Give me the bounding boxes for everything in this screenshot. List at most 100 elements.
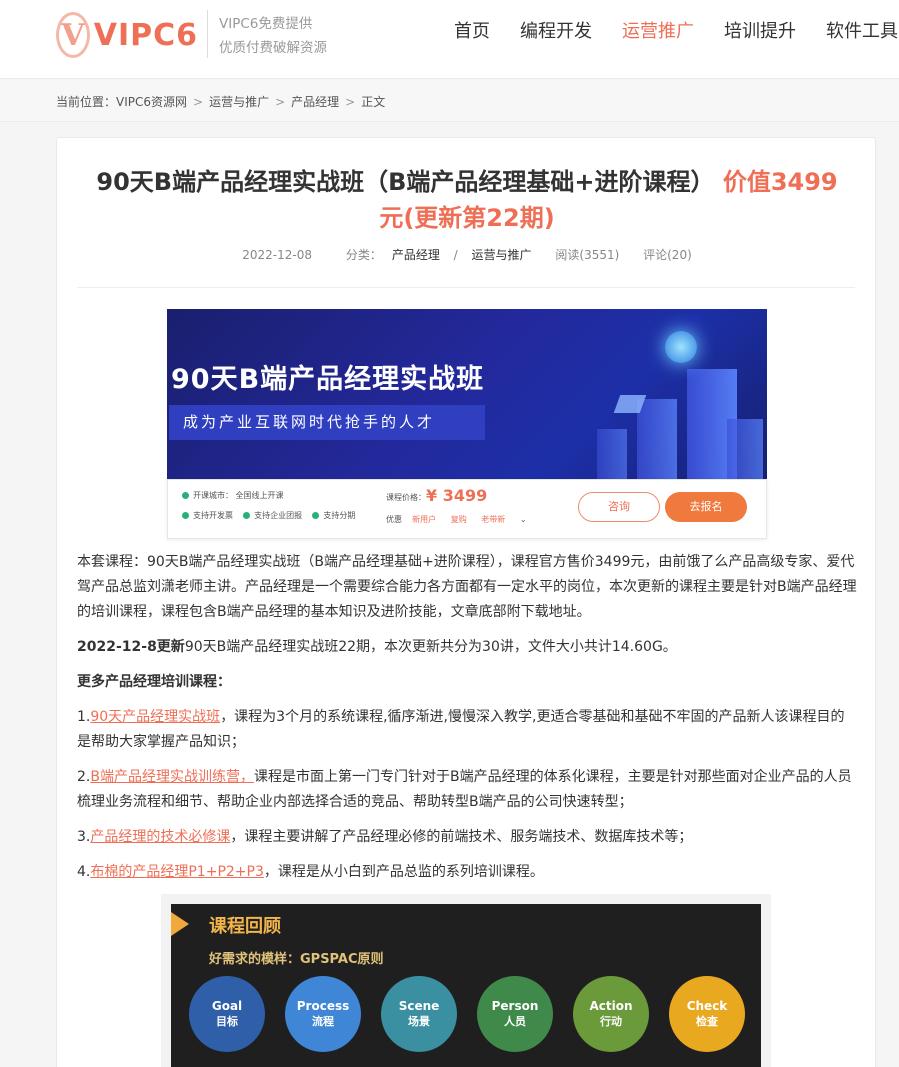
banner-building [727, 419, 763, 479]
banner-hero: 90天B端产品经理实战班 成为产业互联网时代抢手的人才 [167, 309, 767, 479]
category-link-marketing[interactable]: 运营与推广 [472, 248, 532, 262]
gpspac-circle-goal: Goal 目标 [189, 976, 265, 1052]
update-date: 2022-12-8更新 [77, 639, 185, 655]
breadcrumb: 当前位置：VIPC6资源网 > 运营与推广 > 产品经理 > 正文 [56, 93, 385, 110]
banner-price: ¥ 3499 [426, 486, 488, 505]
breadcrumb-separator: > [193, 95, 204, 109]
nav-marketing[interactable]: 运营推广 [622, 19, 694, 45]
course-list-item: 1.90天产品经理实战班，课程为3个月的系统课程,循序渐进,慢慢深入教学,更适合… [77, 705, 857, 755]
city-value: 全国线上开课 [235, 491, 284, 500]
nav-programming[interactable]: 编程开发 [520, 19, 592, 45]
course-link-b-end-camp[interactable]: B端产品经理实战训练营， [90, 769, 254, 785]
circle-label-en: Check [686, 999, 728, 1013]
circle-label-en: Scene [398, 999, 440, 1013]
category-separator: / [453, 248, 458, 262]
check-icon [243, 512, 251, 519]
discount-label: 优惠 [386, 515, 402, 524]
course-link-tech-course[interactable]: 产品经理的技术必修课 [90, 829, 230, 845]
banner-building [637, 399, 677, 479]
item-number: 2. [77, 769, 91, 785]
nav-software-tools[interactable]: 软件工具 [826, 19, 898, 45]
course-link-90day[interactable]: 90天产品经理实战班 [90, 709, 220, 725]
circle-label-en: Action [589, 999, 633, 1013]
update-paragraph: 2022-12-8更新90天B端产品经理实战班22期，本次更新共分为30讲，文件… [77, 635, 857, 660]
nav-home[interactable]: 首页 [454, 19, 490, 45]
nav-training[interactable]: 培训提升 [724, 19, 796, 45]
city-label: 开课城市： [193, 491, 233, 500]
item-description: ，课程是从小白到产品总监的系列培训课程。 [263, 864, 544, 880]
banner-subtitle: 成为产业互联网时代抢手的人才 [169, 405, 485, 440]
circle-label-zh: 目标 [216, 1015, 238, 1028]
course-review-image: 课程回顾 好需求的模样：GPSPAC原则 Goal 目标 Process 流程 Scen… [161, 894, 771, 1067]
breadcrumb-separator: > [345, 95, 356, 109]
article-comments[interactable]: 评论(20) [643, 248, 692, 262]
banner-features: 支持开发票 支持企业团报 支持分期 [182, 510, 355, 521]
slogan-line-1: VIPC6免费提供 [219, 16, 313, 32]
course-banner-image: 90天B端产品经理实战班 成为产业互联网时代抢手的人才 开课城市： 全国线上开课… [167, 309, 767, 539]
feature-invoice: 支持开发票 [193, 511, 233, 520]
category-label: 分类： [345, 248, 382, 262]
check-icon [312, 512, 320, 519]
banner-city: 开课城市： 全国线上开课 [182, 490, 284, 501]
location-icon [182, 492, 189, 499]
circle-label-zh: 流程 [312, 1015, 334, 1028]
article-title: 90天B端产品经理实战班（B端产品经理基础+进阶课程） 价值3499 元(更新第2… [77, 164, 857, 236]
logo-mark: V [56, 12, 90, 58]
update-text: 90天B端产品经理实战班22期，本次更新共分为30讲，文件大小共计14.60G。 [184, 639, 677, 655]
breadcrumb-bar: 当前位置：VIPC6资源网 > 运营与推广 > 产品经理 > 正文 [0, 80, 899, 122]
category-link-product-manager[interactable]: 产品经理 [392, 248, 440, 262]
banner-price-label: 课程价格： [386, 493, 426, 502]
circle-label-en: Process [296, 999, 350, 1013]
article-category: 分类： 产品经理 / 运营与推广 [336, 248, 532, 262]
item-number: 1. [77, 709, 91, 725]
circle-label-en: Goal [211, 999, 243, 1013]
gpspac-circle-check: Check 检查 [669, 976, 745, 1052]
breadcrumb-current: 正文 [361, 95, 386, 109]
circle-label-zh: 人员 [504, 1015, 526, 1028]
item-number: 4. [77, 864, 91, 880]
article-date: 2022-12-08 [242, 248, 312, 262]
site-logo[interactable]: V VIPC6 [56, 11, 198, 59]
triangle-marker-icon [171, 912, 189, 936]
discount-repurchase: 复购 [450, 515, 467, 524]
article-title-main: 90天B端产品经理实战班（B端产品经理基础+进阶课程） [96, 168, 715, 196]
discount-referral: 老带新 [481, 515, 506, 524]
course-list-item: 3.产品经理的技术必修课，课程主要讲解了产品经理必修的前端技术、服务端技术、数据… [77, 825, 857, 850]
gpspac-circle-person: Person 人员 [477, 976, 553, 1052]
item-number: 3. [77, 829, 91, 845]
circle-label-zh: 检查 [696, 1015, 718, 1028]
banner-discounts: 优惠 新用户 复购 老带新 ⌄ [386, 514, 527, 525]
chevron-down-icon: ⌄ [519, 515, 527, 524]
banner-title: 90天B端产品经理实战班 [171, 364, 485, 395]
logo-text: VIPC6 [93, 17, 198, 53]
article-card: 90天B端产品经理实战班（B端产品经理基础+进阶课程） 价值3499 元(更新第2… [56, 137, 876, 1067]
consult-button[interactable]: 咨询 [578, 492, 660, 522]
signup-button[interactable]: 去报名 [665, 492, 747, 522]
gpspac-circle-process: Process 流程 [285, 976, 361, 1052]
intro-paragraph: 本套课程：90天B端产品经理实战班（B端产品经理基础+进阶课程），课程官方售价3… [77, 554, 857, 620]
more-heading-text: 更多产品经理培训课程： [77, 674, 231, 690]
breadcrumb-product-manager[interactable]: 产品经理 [291, 95, 339, 109]
circle-label-en: Person [491, 999, 539, 1013]
item-description: ，课程主要讲解了产品经理必修的前端技术、服务端技术、数据库技术等； [230, 829, 693, 845]
discount-new-user: 新用户 [412, 515, 437, 524]
title-price-part-2: 元(更新第22期) [379, 204, 555, 232]
site-slogan: VIPC6免费提供 优质付费破解资源 [219, 12, 327, 60]
breadcrumb-separator: > [275, 95, 286, 109]
review-title: 课程回顾 [209, 916, 281, 937]
course-link-p1-p3[interactable]: 布棉的产品经理P1+P2+P3 [90, 864, 264, 880]
title-divider [77, 287, 855, 288]
course-list-item: 4.布棉的产品经理P1+P2+P3，课程是从小白到产品总监的系列培训课程。 [77, 860, 857, 885]
banner-purchase-bar: 开课城市： 全国线上开课 支持开发票 支持企业团报 支持分期 课程价格： ¥ 3… [167, 479, 767, 539]
site-header: V VIPC6 VIPC6免费提供 优质付费破解资源 首页 编程开发 运营推广 … [0, 0, 899, 79]
circle-label-zh: 场景 [408, 1015, 430, 1028]
breadcrumb-home[interactable]: VIPC6资源网 [116, 95, 187, 109]
check-icon [182, 512, 189, 519]
breadcrumb-prefix: 当前位置： [56, 95, 117, 109]
article-views: 阅读(3551) [555, 248, 620, 262]
breadcrumb-marketing[interactable]: 运营与推广 [209, 95, 269, 109]
globe-icon [665, 331, 697, 363]
review-slide: 课程回顾 好需求的模样：GPSPAC原则 Goal 目标 Process 流程 Scen… [171, 904, 761, 1067]
review-subtitle: 好需求的模样：GPSPAC原则 [209, 952, 384, 967]
slogan-line-2: 优质付费破解资源 [219, 40, 327, 56]
